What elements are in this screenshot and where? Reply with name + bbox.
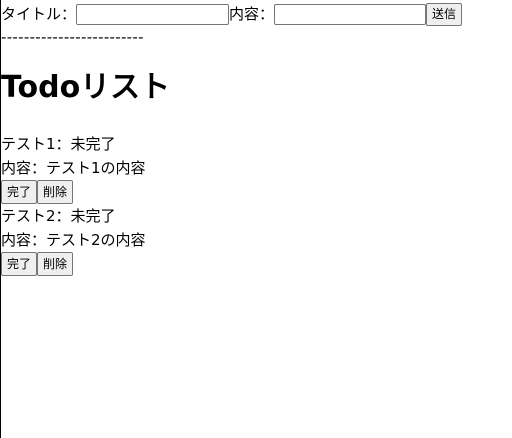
todo-status: テスト2：未完了 [1, 207, 116, 225]
delete-button[interactable]: 削除 [37, 252, 74, 276]
divider: ------------------------- [1, 28, 144, 46]
complete-button[interactable]: 完了 [1, 252, 38, 276]
content-input[interactable] [274, 3, 427, 25]
todo-form: タイトル： 内容： 送信 [1, 0, 512, 28]
complete-button[interactable]: 完了 [1, 180, 38, 204]
title-input[interactable] [76, 3, 230, 25]
todo-list: テスト1：未完了 内容：テスト1の内容 完了 削除 テスト2：未完了 内容：テス… [1, 132, 512, 276]
submit-button[interactable]: 送信 [426, 2, 463, 26]
page-title: Todoリスト [1, 70, 171, 105]
todo-content: 内容：テスト2の内容 [1, 231, 146, 249]
todo-item: テスト2：未完了 内容：テスト2の内容 完了 削除 [1, 204, 512, 276]
content-label: 内容： [229, 5, 275, 23]
todo-actions: 完了 削除 [1, 180, 512, 204]
todo-status: テスト1：未完了 [1, 135, 116, 153]
todo-actions: 完了 削除 [1, 252, 512, 276]
todo-item: テスト1：未完了 内容：テスト1の内容 完了 削除 [1, 132, 512, 204]
todo-content: 内容：テスト1の内容 [1, 159, 146, 177]
title-label: タイトル： [1, 5, 77, 23]
delete-button[interactable]: 削除 [37, 180, 74, 204]
